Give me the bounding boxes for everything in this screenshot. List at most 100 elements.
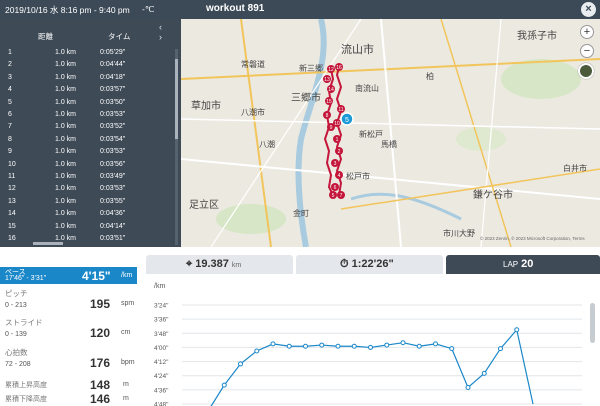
lap-distance: 1.0 km xyxy=(55,49,77,56)
lap-table: 距離 タイム ‹ › 1 1.0 km 0:05'29" 2 1.0 km 0:04'44… xyxy=(0,19,181,247)
lap-row[interactable]: 10 1.0 km 0:03'56" xyxy=(0,159,174,171)
heart-rate-label: 心拍数 xyxy=(5,348,28,357)
pace-value: 4'15" xyxy=(82,269,111,283)
heart-rate-value: 176 xyxy=(89,356,110,370)
route-marker-label: 15 xyxy=(326,99,332,105)
lap-row[interactable]: 1 1.0 km 0:05'29" xyxy=(0,47,174,59)
descent-unit: m xyxy=(123,395,129,402)
pace-point[interactable] xyxy=(221,382,227,388)
pace-point[interactable] xyxy=(514,327,520,333)
lap-row[interactable]: 4 1.0 km 0:03'57" xyxy=(0,84,174,96)
chart-scrollbar[interactable] xyxy=(590,303,595,343)
lap-row[interactable]: 15 1.0 km 0:04'14" xyxy=(0,221,174,233)
lap-distance: 1.0 km xyxy=(55,123,77,131)
workout-date: 2019/10/16 水 8:16 pm - 9:40 pm xyxy=(5,5,130,15)
pace-point[interactable] xyxy=(449,346,455,352)
pace-point[interactable] xyxy=(270,341,276,347)
tab-lap[interactable]: LAP 20 xyxy=(446,255,600,274)
pace-point[interactable] xyxy=(400,340,406,346)
heart-rate-metric[interactable]: 心拍数 72 - 208 176 bpm xyxy=(0,347,137,377)
lap-number: 8 xyxy=(8,135,12,143)
lap-row[interactable]: 11 1.0 km 0:03'49" xyxy=(0,171,174,183)
lap-row[interactable]: 2 1.0 km 0:04'44" xyxy=(0,59,174,71)
lap-row[interactable]: 14 1.0 km 0:04'36" xyxy=(0,208,174,220)
horizontal-scrollbar[interactable] xyxy=(33,242,63,245)
pace-point[interactable] xyxy=(384,342,390,348)
lap-distance: 1.0 km xyxy=(55,111,77,118)
lap-time: 0:03'54" xyxy=(100,135,126,143)
lap-distance: 1.0 km xyxy=(55,61,77,69)
pace-point[interactable] xyxy=(498,346,503,352)
y-tick-label: 3'24" xyxy=(154,303,169,310)
tab-distance[interactable]: ⌖ 19.387 km xyxy=(146,255,293,274)
pace-point[interactable] xyxy=(416,343,422,349)
descent-value: 146 xyxy=(89,392,110,406)
pace-point[interactable] xyxy=(254,348,260,354)
y-axis-unit: /km xyxy=(154,283,165,290)
lap-time: 0:03'49" xyxy=(100,173,126,180)
pace-point[interactable] xyxy=(465,385,471,390)
lap-row[interactable]: 9 1.0 km 0:03'53" xyxy=(0,146,174,158)
heart-rate-range: 72 - 208 xyxy=(5,361,31,368)
y-tick-label: 4'12" xyxy=(154,359,169,366)
lap-distance: 1.0 km xyxy=(55,197,77,205)
pace-point[interactable] xyxy=(351,343,357,349)
distance-value: 19.387 xyxy=(195,258,229,270)
lap-number: 3 xyxy=(8,73,12,81)
lap-number: 10 xyxy=(8,160,16,168)
lap-number: 1 xyxy=(8,49,12,56)
stride-metric[interactable]: ストライド 0 - 139 120 cm xyxy=(0,317,137,347)
route-map[interactable]: 流山市 我孫子市 三郷市 草加市 八潮市 松戸市 鎌ケ谷市 足立区 白井市 市川… xyxy=(181,19,600,247)
pace-point[interactable] xyxy=(286,343,292,349)
pace-point[interactable] xyxy=(481,370,487,376)
lap-time: 0:04'44" xyxy=(100,61,126,69)
pace-point[interactable] xyxy=(433,341,438,347)
pitch-unit: spm xyxy=(121,300,135,307)
y-tick-label: 4'24" xyxy=(154,373,169,380)
lap-row[interactable]: 6 1.0 km 0:03'53" xyxy=(0,109,174,121)
lap-row[interactable]: 5 1.0 km 0:03'50" xyxy=(0,97,174,109)
lap-number: 7 xyxy=(8,123,12,131)
lap-time: 0:03'53" xyxy=(100,148,126,156)
lap-row[interactable]: 3 1.0 km 0:04'18" xyxy=(0,72,174,84)
tab-duration[interactable]: ⏱ 1:22'26" xyxy=(296,255,443,274)
lap-time: 0:03'52" xyxy=(100,123,126,131)
close-icon[interactable]: × xyxy=(581,2,596,17)
pace-point[interactable] xyxy=(319,342,325,348)
lap-distance: 1.0 km xyxy=(55,148,77,156)
stopwatch-icon: ⏱ xyxy=(340,258,349,270)
pace-unit: /km xyxy=(121,272,133,279)
zoom-in-button[interactable]: + xyxy=(580,25,594,39)
lap-time: 0:04'36" xyxy=(100,210,126,218)
pace-point[interactable] xyxy=(335,343,341,349)
lap-time: 0:03'50" xyxy=(100,98,126,106)
lap-row[interactable]: 16 1.0 km 0:03'51" xyxy=(0,233,174,245)
pace-point[interactable] xyxy=(368,344,373,350)
lap-distance: 1.0 km xyxy=(55,98,77,106)
pitch-metric[interactable]: ピッチ 0 - 213 195 spm xyxy=(0,288,137,318)
current-position-label: 5 xyxy=(345,117,349,124)
route-marker-label: 8 xyxy=(326,113,329,119)
lap-distance: 1.0 km xyxy=(55,222,77,230)
ascent-unit: m xyxy=(123,381,129,388)
lap-row[interactable]: 12 1.0 km 0:03'53" xyxy=(0,183,174,195)
lap-distance: 1.0 km xyxy=(55,160,77,168)
lap-time: 0:03'51" xyxy=(100,235,126,242)
chevron-left-right-icon[interactable]: ‹ › xyxy=(159,22,181,42)
map-style-icon[interactable] xyxy=(578,63,594,79)
pace-point[interactable] xyxy=(238,361,243,367)
scrollbar-thumb[interactable] xyxy=(175,59,178,139)
header-bar: 2019/10/16 水 8:16 pm - 9:40 pm -℃ workou… xyxy=(0,0,600,19)
pace-metric[interactable]: ペース 17'46" - 3'31" 4'15" /km xyxy=(0,267,137,284)
route-marker-label: 3 xyxy=(334,161,337,167)
ascent-metric: 累積上昇高度 148 m xyxy=(0,378,137,392)
pace-point[interactable] xyxy=(303,343,308,349)
route-marker-label: 11 xyxy=(338,107,343,113)
lap-row[interactable]: 13 1.0 km 0:03'55" xyxy=(0,196,174,208)
route-marker-label: 1 xyxy=(336,137,339,143)
lap-number: 4 xyxy=(8,86,12,94)
zoom-out-button[interactable]: − xyxy=(580,44,594,58)
lap-row[interactable]: 7 1.0 km 0:03'52" xyxy=(0,121,174,133)
lap-row[interactable]: 8 1.0 km 0:03'54" xyxy=(0,134,174,146)
lap-label: LAP xyxy=(503,260,519,269)
